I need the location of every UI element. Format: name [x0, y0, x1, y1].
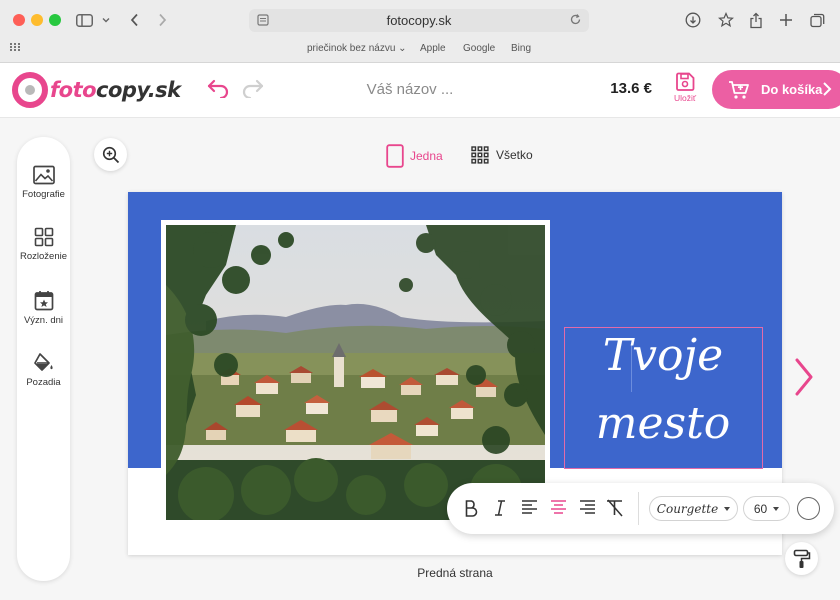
chevron-down-icon [724, 506, 731, 511]
add-to-cart-button[interactable]: Do košíka [712, 70, 840, 109]
favorite-google[interactable]: Google [463, 43, 495, 54]
text-line-2[interactable]: mesto [565, 398, 761, 449]
town-photo[interactable] [166, 225, 545, 520]
save-button[interactable]: Uložiť [670, 72, 700, 103]
chevron-down-icon [773, 506, 780, 511]
favorite-apple[interactable]: Apple [420, 43, 446, 54]
side-caption: Predná strana [417, 566, 493, 580]
text-box[interactable]: Tvoje mesto [564, 327, 763, 469]
single-page-icon [386, 144, 404, 168]
font-select-value: Courgette [656, 501, 719, 516]
text-color-swatch[interactable] [797, 497, 820, 520]
tool-layout-label: Rozloženie [20, 251, 67, 262]
app-header: fotocopy.sk 13.6 € Uložiť Do košíka [0, 63, 840, 118]
italic-icon[interactable] [494, 499, 506, 522]
star-icon[interactable] [718, 9, 734, 31]
paint-bucket-icon [33, 353, 53, 371]
tool-days[interactable]: Význ. dni [17, 290, 70, 326]
clear-format-icon[interactable] [605, 499, 625, 522]
view-single-button[interactable]: Jedna [386, 144, 443, 168]
save-label: Uložiť [673, 93, 697, 103]
logo-rest: copy.sk [96, 78, 181, 102]
title-input[interactable] [330, 76, 490, 102]
bold-icon[interactable] [464, 499, 478, 522]
floppy-icon [676, 72, 695, 91]
photo-frame[interactable] [161, 220, 550, 525]
text-line-1[interactable]: Tvoje [565, 330, 761, 381]
back-icon[interactable] [130, 9, 139, 31]
logo[interactable]: fotocopy.sk [12, 70, 181, 110]
font-select[interactable]: Courgette [649, 496, 738, 521]
minimize-window-button[interactable] [31, 14, 43, 26]
layout-icon [34, 227, 53, 247]
paint-roller-button[interactable] [785, 542, 818, 575]
favorite-folder[interactable]: priečinok bez názvu ⌄ [307, 43, 407, 54]
align-left-icon[interactable] [521, 499, 538, 520]
text-toolbar: Courgette 60 [447, 483, 834, 534]
chevron-down-icon[interactable] [102, 9, 110, 31]
tool-backgrounds-label: Pozadia [26, 377, 61, 388]
cart-icon [729, 80, 749, 99]
image-icon [32, 165, 55, 185]
url-text: fotocopy.sk [386, 13, 452, 28]
logo-text: fotocopy.sk [50, 78, 181, 102]
new-tab-icon[interactable] [779, 9, 793, 31]
zoom-window-button[interactable] [49, 14, 61, 26]
logo-foto: foto [50, 78, 97, 102]
tab-overview-icon[interactable] [810, 9, 825, 31]
tool-layout[interactable]: Rozloženie [17, 227, 70, 262]
tool-backgrounds[interactable]: Pozadia [17, 352, 70, 388]
price: 13.6 € [610, 80, 652, 97]
font-size-value: 60 [753, 501, 768, 516]
grid-icon[interactable] [10, 43, 20, 54]
font-size-select[interactable]: 60 [743, 496, 790, 521]
zoom-button[interactable] [94, 138, 127, 171]
view-single-label: Jedna [410, 149, 443, 163]
favorite-bing[interactable]: Bing [511, 43, 531, 54]
favorites-bar: priečinok bez názvu ⌄ Apple Google Bing [0, 40, 840, 58]
browser-chrome: fotocopy.sk priečinok bez názvu ⌄ Apple … [0, 0, 840, 63]
sidebar-toggle-icon[interactable] [76, 9, 93, 31]
view-all-button[interactable]: Všetko [471, 146, 533, 164]
close-window-button[interactable] [13, 14, 25, 26]
page-icon [257, 14, 269, 29]
logo-mark [12, 72, 48, 108]
view-all-label: Všetko [496, 148, 533, 162]
forward-icon[interactable] [158, 9, 167, 31]
tool-days-label: Význ. dni [23, 315, 64, 326]
grid-icon [471, 146, 489, 164]
next-page-icon[interactable] [793, 356, 815, 403]
tools-panel: Fotografie Rozloženie Význ. dni Pozadia [17, 137, 70, 581]
chevron-right-icon [822, 81, 832, 100]
toolbar-divider [638, 492, 639, 525]
address-bar[interactable]: fotocopy.sk [249, 9, 589, 32]
reload-icon[interactable] [569, 13, 582, 29]
paint-roller-icon [793, 549, 810, 568]
favorite-folder-label: priečinok bez názvu [307, 43, 396, 54]
zoom-in-icon [102, 146, 119, 163]
cart-label: Do košíka [761, 82, 823, 97]
share-icon[interactable] [749, 9, 763, 31]
calendar-star-icon [34, 291, 53, 311]
tool-photos-label: Fotografie [22, 189, 65, 200]
download-icon[interactable] [685, 9, 701, 31]
tool-photos[interactable]: Fotografie [17, 165, 70, 200]
align-center-icon[interactable] [550, 499, 567, 520]
undo-icon[interactable] [206, 78, 230, 103]
redo-icon[interactable] [241, 78, 265, 103]
align-right-icon[interactable] [579, 499, 596, 520]
chevron-down-icon: ⌄ [398, 43, 407, 54]
